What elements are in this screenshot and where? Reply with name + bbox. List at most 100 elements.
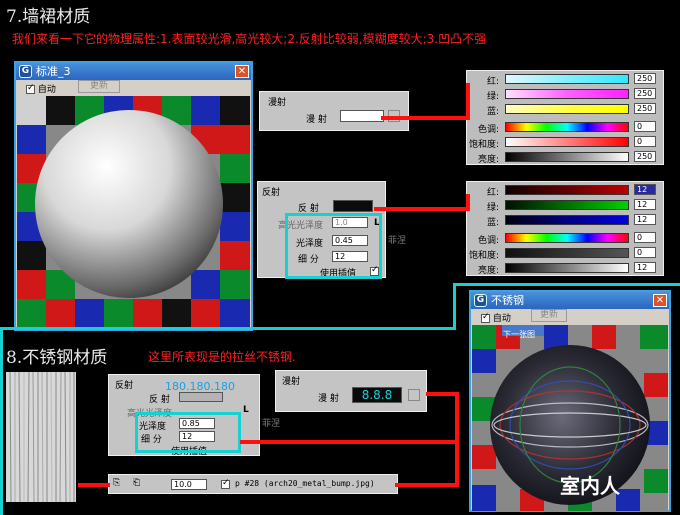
red-slider[interactable]	[505, 185, 629, 195]
section7-title: 7.墙裙材质	[6, 7, 91, 27]
picker-label: 红:	[486, 188, 499, 198]
auto-label: 自动	[37, 85, 56, 95]
picker-label: 色调:	[477, 125, 499, 135]
section-divider	[0, 327, 3, 515]
brightness-slider[interactable]	[505, 152, 629, 162]
steel-diffuse-swatch[interactable]: 8.8.8	[352, 387, 402, 403]
connector-arrow	[455, 392, 459, 487]
fresnel-label: 菲涅	[388, 236, 407, 246]
window-titlebar[interactable]: G 标准_3 ✕	[16, 63, 251, 80]
update-button[interactable]: 更新	[531, 309, 567, 322]
steel-reflect-label: 反 射	[149, 395, 170, 405]
app-icon: G	[19, 65, 32, 78]
app-icon: G	[474, 294, 487, 307]
reflection-header: 反射	[262, 188, 281, 198]
section-divider	[453, 283, 456, 330]
connector-arrow	[78, 483, 110, 487]
connector-arrow	[374, 207, 468, 211]
close-icon[interactable]: ✕	[235, 65, 249, 78]
section8-title: 8.不锈钢材质	[6, 348, 108, 368]
saturation-value[interactable]: 0	[634, 136, 656, 147]
hue-value[interactable]: 0	[634, 121, 656, 132]
steel-highlight-box	[135, 412, 241, 453]
red-slider[interactable]	[505, 74, 629, 84]
picker-label: 饱和度:	[468, 251, 499, 261]
steel-diffuse-header: 漫射	[282, 377, 301, 387]
steel-diffuse-map-button[interactable]	[408, 389, 420, 401]
blue-slider[interactable]	[505, 104, 629, 114]
green-value[interactable]: 12	[634, 199, 656, 210]
section8-note: 这里所表现是的拉丝不锈钢.	[148, 350, 296, 364]
steel-reflect-swatch[interactable]	[179, 392, 223, 402]
diffuse-panel: 漫射 漫 射	[259, 91, 409, 131]
green-slider[interactable]	[505, 89, 629, 99]
sphere-preview	[17, 96, 250, 329]
picker-label: 蓝:	[486, 218, 499, 228]
picker-label: 亮度:	[477, 266, 499, 276]
diffuse-label: 漫 射	[306, 115, 327, 125]
picker-label: 饱和度:	[468, 140, 499, 150]
saturation-slider[interactable]	[505, 137, 629, 147]
bump-icon[interactable]: ⎘	[113, 478, 120, 488]
steel-diffuse-label: 漫 射	[318, 394, 339, 404]
prev-image-label[interactable]: 下一张图	[503, 329, 535, 340]
brushed-metal-texture	[6, 372, 76, 502]
saturation-value[interactable]: 0	[634, 247, 656, 258]
reflect-color-swatch[interactable]	[333, 200, 373, 212]
diffuse-header: 漫射	[268, 98, 287, 108]
picker-label: 绿:	[486, 203, 499, 213]
steel-fresnel-label: 菲涅	[262, 419, 281, 429]
update-button[interactable]: 更新	[78, 80, 120, 93]
window-toolbar: 自动 更新	[16, 80, 251, 95]
close-icon[interactable]: ✕	[653, 294, 667, 307]
window-title: 不锈钢	[491, 294, 524, 307]
steel-diffuse-panel: 漫射 漫 射 8.8.8	[275, 370, 427, 412]
watermark: 室内人	[560, 474, 620, 498]
picker-label: 蓝:	[486, 107, 499, 117]
bump-enable-checkbox[interactable]	[221, 478, 230, 489]
section-divider	[453, 283, 680, 286]
window-toolbar: 自动 更新	[471, 309, 669, 324]
reflect-color-picker: 红: 12 绿: 12 蓝: 12 色调: 0 饱和度: 0 亮度: 12	[466, 181, 664, 276]
window-title: 标准_3	[36, 65, 71, 78]
blue-slider[interactable]	[505, 215, 629, 225]
blue-value[interactable]: 250	[634, 103, 656, 114]
picker-label: 绿:	[486, 92, 499, 102]
section7-note: 我们来看一下它的物理属性:1.表面较光滑,高光较大;2.反射比较弱,模糊度较大;…	[12, 32, 487, 46]
blue-value[interactable]: 12	[634, 214, 656, 225]
section-divider	[0, 327, 456, 330]
green-slider[interactable]	[505, 200, 629, 210]
bump-map-name[interactable]: p #28 (arch20_metal_bump.jpg)	[235, 479, 375, 488]
brightness-value[interactable]: 12	[634, 262, 656, 273]
connector-arrow	[466, 83, 470, 120]
saturation-slider[interactable]	[505, 248, 629, 258]
diffuse-color-picker: 红: 250 绿: 250 蓝: 250 色调: 0 饱和度: 0 亮度: 25…	[466, 70, 664, 165]
auto-checkbox[interactable]	[26, 83, 35, 94]
bump-row: ⎘ ⎗ 10.0 p #28 (arch20_metal_bump.jpg)	[108, 474, 398, 494]
window-titlebar[interactable]: G 不锈钢 ✕	[471, 292, 669, 309]
connector-arrow	[395, 483, 459, 487]
green-value[interactable]: 250	[634, 88, 656, 99]
red-value[interactable]: 250	[634, 73, 656, 84]
auto-label: 自动	[492, 314, 511, 324]
connector-arrow	[466, 194, 470, 211]
auto-checkbox[interactable]	[481, 312, 490, 323]
hue-slider[interactable]	[505, 122, 629, 132]
hue-value[interactable]: 0	[634, 232, 656, 243]
steel-reflection-header: 反射	[115, 381, 134, 391]
map-icon[interactable]: ⎗	[133, 478, 140, 488]
picker-label: 红:	[486, 77, 499, 87]
bump-amount-input[interactable]: 10.0	[171, 479, 207, 490]
picker-label: 色调:	[477, 236, 499, 246]
connector-arrow	[240, 440, 459, 444]
diffuse-color-swatch[interactable]	[340, 110, 384, 122]
material-preview-window: G 标准_3 ✕ 自动 更新	[14, 61, 253, 331]
steel-l-button[interactable]: L	[243, 405, 249, 415]
highlight-box	[285, 213, 382, 279]
brightness-slider[interactable]	[505, 263, 629, 273]
brightness-value[interactable]: 250	[634, 151, 656, 162]
red-value[interactable]: 12	[634, 184, 656, 195]
connector-arrow	[381, 116, 468, 120]
hue-slider[interactable]	[505, 233, 629, 243]
picker-label: 亮度:	[477, 155, 499, 165]
